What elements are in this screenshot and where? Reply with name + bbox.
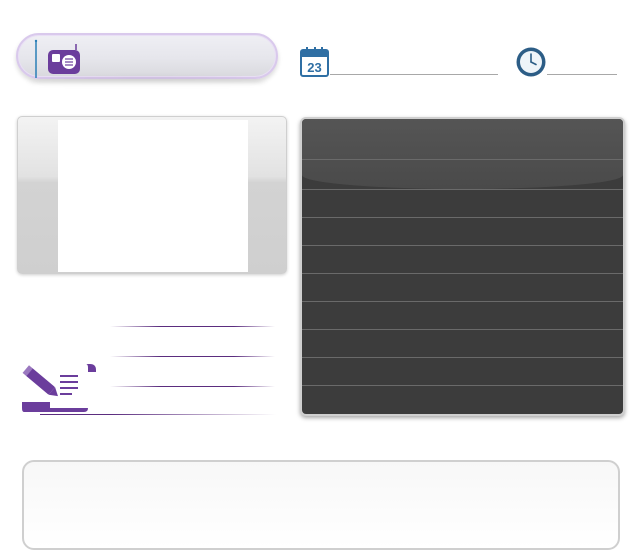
list-divider	[302, 159, 623, 160]
list-item[interactable]	[314, 252, 611, 268]
list-item[interactable]	[314, 336, 611, 352]
list-item[interactable]	[314, 131, 611, 147]
note-line-1[interactable]	[112, 308, 272, 324]
note-underline-3	[110, 386, 275, 387]
list-divider	[302, 273, 623, 274]
date-underline	[330, 74, 498, 75]
list-divider	[302, 217, 623, 218]
radio-icon[interactable]	[30, 38, 84, 80]
list-divider	[302, 329, 623, 330]
note-underline-2	[110, 356, 275, 357]
notes-pencil-icon[interactable]	[20, 358, 100, 418]
list-item[interactable]	[314, 280, 611, 296]
time-underline	[547, 74, 617, 75]
clock-icon[interactable]	[515, 46, 547, 78]
list-item[interactable]	[314, 224, 611, 240]
time-field	[550, 55, 616, 71]
note-line-2[interactable]	[112, 338, 272, 354]
note-line-3[interactable]	[112, 368, 272, 384]
list-divider	[302, 245, 623, 246]
list-divider	[302, 301, 623, 302]
list-divider	[302, 385, 623, 386]
list-divider	[302, 189, 623, 190]
list-item[interactable]	[314, 166, 611, 182]
list-panel	[300, 117, 625, 416]
bottom-panel	[22, 460, 620, 550]
note-underline-1	[110, 326, 275, 327]
date-field	[334, 55, 494, 71]
list-item[interactable]	[314, 308, 611, 324]
list-divider	[302, 357, 623, 358]
radio-label	[92, 46, 262, 62]
notes-base-line	[40, 414, 276, 415]
calendar-icon[interactable]: 23	[300, 47, 330, 77]
list-item[interactable]	[314, 196, 611, 212]
media-screen[interactable]	[58, 120, 248, 272]
bottom-panel-text[interactable]	[40, 476, 600, 492]
calendar-day: 23	[307, 60, 321, 75]
list-item[interactable]	[314, 364, 611, 380]
